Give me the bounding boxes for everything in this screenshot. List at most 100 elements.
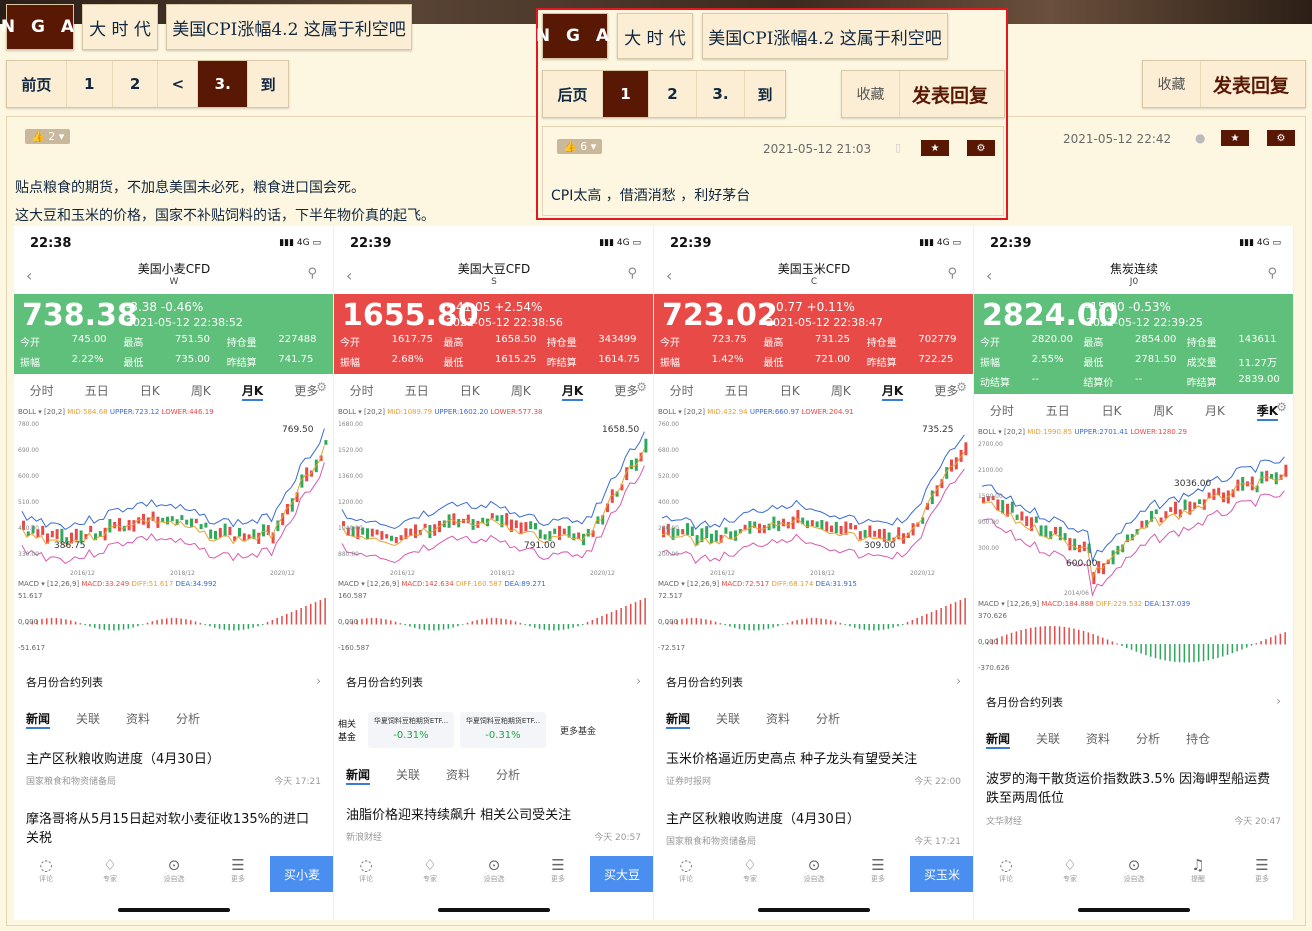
reply-button[interactable]: 发表回复 xyxy=(1201,61,1301,107)
news-tab[interactable]: 资料 xyxy=(1086,730,1110,749)
period-tab[interactable]: 周K xyxy=(511,382,531,401)
search-icon[interactable]: ⚲ xyxy=(627,266,637,281)
bottom-nav-item[interactable]: ☰ 更多 xyxy=(526,856,590,892)
like-badge[interactable]: 👍 2 ▾ xyxy=(25,129,71,144)
period-tab[interactable]: 月K xyxy=(241,382,264,401)
bottom-nav-item[interactable]: ☰ 更多 xyxy=(846,856,910,892)
period-tab[interactable]: 分时 xyxy=(670,382,694,401)
overlay-thread-title[interactable]: 美国CPI涨幅4.2 这属于利空吧 xyxy=(702,13,948,59)
period-tab[interactable]: 周K xyxy=(1153,402,1173,421)
period-tab[interactable]: 五日 xyxy=(725,382,749,401)
period-tab[interactable]: 周K xyxy=(191,382,211,401)
news-tab[interactable]: 分析 xyxy=(496,766,520,785)
search-icon[interactable]: ⚲ xyxy=(1267,266,1277,281)
buy-button[interactable]: 买玉米 xyxy=(910,856,973,892)
news-title[interactable]: 主产区秋粮收购进度（4月30日） xyxy=(666,810,956,829)
overlay-goto-button[interactable]: 到 xyxy=(745,71,785,117)
fund-card[interactable]: 华夏饲料豆粕期货ETF... -0.31% xyxy=(460,712,546,748)
news-title[interactable]: 玉米价格逼近历史高点 种子龙头有望受关注 xyxy=(666,750,956,769)
period-tab[interactable]: 五日 xyxy=(405,382,429,401)
overlay-star-icon[interactable]: ★ xyxy=(921,140,949,156)
bottom-nav-item[interactable]: ☰ 更多 xyxy=(1230,856,1293,892)
period-tab[interactable]: 日K xyxy=(780,382,800,401)
chevron-right-icon[interactable]: › xyxy=(316,674,321,688)
period-tab[interactable]: 周K xyxy=(831,382,851,401)
news-tab[interactable]: 分析 xyxy=(816,710,840,729)
news-tab[interactable]: 关联 xyxy=(396,766,420,785)
period-tab[interactable]: 更多 xyxy=(934,382,958,401)
news-tab[interactable]: 分析 xyxy=(176,710,200,729)
news-tab[interactable]: 资料 xyxy=(446,766,470,785)
chevron-right-icon[interactable]: › xyxy=(1276,694,1281,708)
bottom-nav-item[interactable]: ♢ 专家 xyxy=(1038,856,1102,892)
period-tab[interactable]: 月K xyxy=(1205,402,1225,421)
news-title[interactable]: 摩洛哥将从5月15日起对软小麦征收135%的进口关税 xyxy=(26,810,316,848)
page-2-button[interactable]: 2 xyxy=(113,61,159,107)
bottom-nav-item[interactable]: ◌ 评论 xyxy=(654,856,718,892)
period-tab[interactable]: 五日 xyxy=(1046,402,1070,421)
settings-icon[interactable]: ⚙ xyxy=(1276,400,1287,414)
settings-icon[interactable]: ⚙ xyxy=(636,380,647,394)
more-funds-button[interactable]: 更多基金 xyxy=(560,724,596,737)
search-icon[interactable]: ⚲ xyxy=(307,266,317,281)
search-icon[interactable]: ⚲ xyxy=(947,266,957,281)
bottom-nav-item[interactable]: ⊙ 设自选 xyxy=(1102,856,1166,892)
chevron-right-icon[interactable]: › xyxy=(956,674,961,688)
settings-icon[interactable]: ⚙ xyxy=(956,380,967,394)
bottom-nav-item[interactable]: ◌ 评论 xyxy=(334,856,398,892)
buy-button[interactable]: 买小麦 xyxy=(270,856,333,892)
news-tab[interactable]: 关联 xyxy=(716,710,740,729)
forum-tab[interactable]: 大 时 代 xyxy=(82,4,158,50)
period-tab[interactable]: 分时 xyxy=(30,382,54,401)
period-tab[interactable]: 分时 xyxy=(990,402,1014,421)
bottom-nav-item[interactable]: ⊙ 设自选 xyxy=(142,856,206,892)
chevron-right-icon[interactable]: › xyxy=(636,674,641,688)
period-tab[interactable]: 分时 xyxy=(350,382,374,401)
fund-card[interactable]: 华夏饲料豆粕期货ETF... -0.31% xyxy=(368,712,454,748)
gear-icon[interactable]: ⚙ xyxy=(1267,130,1295,146)
bottom-nav-item[interactable]: ♢ 专家 xyxy=(398,856,462,892)
overlay-nga-logo[interactable]: N G A xyxy=(536,13,609,59)
overlay-page-3-button[interactable]: 3. xyxy=(697,71,745,117)
news-tab[interactable]: 新闻 xyxy=(666,710,691,729)
thread-title-tab[interactable]: 美国CPI涨幅4.2 这属于利空吧 xyxy=(166,4,412,50)
bottom-nav-item[interactable]: ♢ 专家 xyxy=(78,856,142,892)
overlay-favorite-button[interactable]: 收藏 xyxy=(842,71,900,117)
period-tab[interactable]: 日K xyxy=(1102,402,1122,421)
settings-icon[interactable]: ⚙ xyxy=(316,380,327,394)
contract-list-link[interactable]: 各月份合约列表 xyxy=(346,674,423,690)
bottom-nav-item[interactable]: ♫ 提醒 xyxy=(1166,856,1230,892)
news-tab[interactable]: 新闻 xyxy=(986,730,1011,749)
news-tab[interactable]: 资料 xyxy=(126,710,150,729)
news-tab[interactable]: 关联 xyxy=(1036,730,1060,749)
news-tab[interactable]: 新闻 xyxy=(346,766,371,785)
bottom-nav-item[interactable]: ♢ 专家 xyxy=(718,856,782,892)
overlay-gear-icon[interactable]: ⚙ xyxy=(967,140,995,156)
contract-list-link[interactable]: 各月份合约列表 xyxy=(26,674,103,690)
news-tab[interactable]: 持仓 xyxy=(1186,730,1210,749)
back-page-button[interactable]: < xyxy=(158,61,199,107)
news-tab[interactable]: 关联 xyxy=(76,710,100,729)
bottom-nav-item[interactable]: ◌ 评论 xyxy=(14,856,78,892)
period-tab[interactable]: 日K xyxy=(460,382,480,401)
bottom-nav-item[interactable]: ⊙ 设自选 xyxy=(782,856,846,892)
next-page-button[interactable]: 后页 xyxy=(543,71,603,117)
news-title[interactable]: 波罗的海干散货运价指数跌3.5% 因海岬型船运费跌至两周低位 xyxy=(986,770,1276,808)
goto-page-button[interactable]: 到 xyxy=(248,61,288,107)
news-tab[interactable]: 资料 xyxy=(766,710,790,729)
prev-page-button[interactable]: 前页 xyxy=(7,61,67,107)
period-tab[interactable]: 季K xyxy=(1256,402,1279,421)
contract-list-link[interactable]: 各月份合约列表 xyxy=(986,694,1063,710)
page-1-button[interactable]: 1 xyxy=(67,61,113,107)
overlay-forum-tab[interactable]: 大 时 代 xyxy=(617,13,693,59)
news-tab[interactable]: 分析 xyxy=(1136,730,1160,749)
period-tab[interactable]: 月K xyxy=(881,382,904,401)
period-tab[interactable]: 更多 xyxy=(614,382,638,401)
period-tab[interactable]: 更多 xyxy=(294,382,318,401)
news-title[interactable]: 油脂价格迎来持续飙升 相关公司受关注 xyxy=(346,806,636,825)
news-tab[interactable]: 新闻 xyxy=(26,710,51,729)
bottom-nav-item[interactable]: ☰ 更多 xyxy=(206,856,270,892)
overlay-page-2-button[interactable]: 2 xyxy=(649,71,697,117)
contract-list-link[interactable]: 各月份合约列表 xyxy=(666,674,743,690)
star-icon[interactable]: ★ xyxy=(1221,130,1249,146)
